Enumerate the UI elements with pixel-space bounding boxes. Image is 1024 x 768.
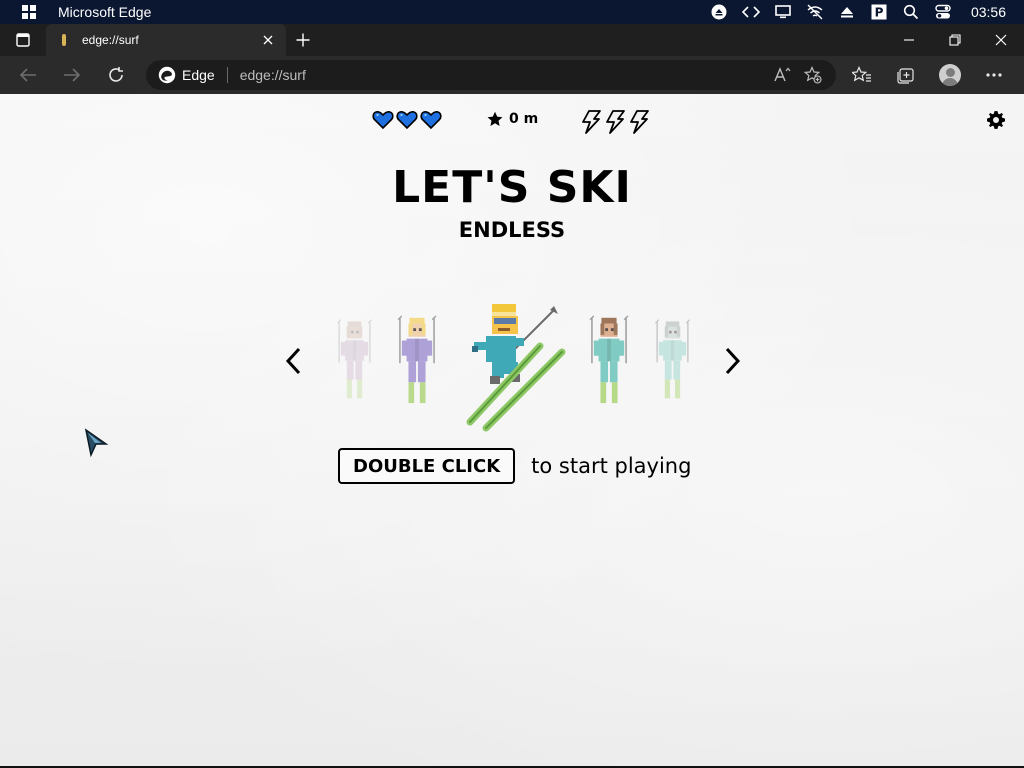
speed-boosts bbox=[580, 110, 650, 134]
svg-text:P: P bbox=[875, 6, 884, 20]
plus-icon bbox=[296, 33, 310, 47]
selected-character-skier[interactable] bbox=[466, 302, 566, 432]
restore-icon bbox=[949, 34, 961, 46]
arrow-left-icon bbox=[19, 68, 36, 82]
p-badge-icon[interactable]: P bbox=[870, 3, 888, 21]
lightning-icon bbox=[582, 110, 601, 134]
forward-button[interactable] bbox=[54, 59, 90, 91]
site-identity-label: Edge bbox=[182, 67, 215, 83]
window-controls bbox=[886, 24, 1024, 56]
character-skier[interactable] bbox=[586, 314, 632, 405]
close-icon bbox=[263, 35, 273, 45]
lightning-icon bbox=[606, 110, 625, 134]
toggle-icon[interactable] bbox=[934, 3, 952, 21]
mouse-cursor-icon bbox=[84, 428, 109, 458]
heart-icon bbox=[420, 110, 442, 130]
avatar bbox=[939, 64, 961, 86]
more-icon bbox=[986, 73, 1002, 77]
game-hud: 0 m bbox=[0, 110, 1024, 134]
address-bar-actions bbox=[768, 60, 828, 90]
distance-score: 0 m bbox=[487, 111, 538, 127]
heart-icon bbox=[372, 110, 394, 130]
refresh-button[interactable] bbox=[98, 59, 134, 91]
tab-actions-icon bbox=[16, 33, 30, 47]
lives-hearts bbox=[372, 110, 442, 130]
star-add-icon bbox=[804, 66, 822, 84]
code-icon[interactable] bbox=[741, 3, 760, 21]
favorites-icon bbox=[852, 66, 871, 82]
chevron-right-icon[interactable] bbox=[720, 346, 744, 376]
clock: 03:56 bbox=[970, 4, 1006, 20]
start-hint: to start playing bbox=[531, 454, 692, 478]
favorites-button[interactable] bbox=[840, 59, 884, 91]
url-text[interactable]: edge://surf bbox=[240, 67, 306, 83]
new-tab-button[interactable] bbox=[288, 24, 318, 56]
windows-start-icon[interactable] bbox=[22, 5, 36, 19]
add-favorite-button[interactable] bbox=[798, 60, 828, 90]
double-click-button[interactable]: DOUBLE CLICK bbox=[338, 448, 516, 484]
character-skier[interactable] bbox=[652, 318, 693, 400]
close-window-button[interactable] bbox=[978, 24, 1024, 56]
surf-game-canvas[interactable]: 0 m LET'S SKI ENDLESS DOUBLE CLICK to st… bbox=[0, 94, 1024, 766]
game-mode[interactable]: ENDLESS bbox=[0, 218, 1024, 242]
tab-title: edge://surf bbox=[82, 33, 139, 47]
chevron-left-icon[interactable] bbox=[282, 346, 306, 376]
refresh-icon bbox=[109, 67, 123, 82]
arrow-right-icon bbox=[64, 68, 81, 82]
eject-icon[interactable] bbox=[710, 3, 728, 21]
collections-button[interactable] bbox=[884, 59, 928, 91]
back-button[interactable] bbox=[10, 59, 46, 91]
game-title: LET'S SKI bbox=[392, 162, 632, 213]
display-icon[interactable] bbox=[774, 3, 792, 21]
system-tray: P 03:56 bbox=[703, 0, 1024, 24]
minimize-button[interactable] bbox=[886, 24, 932, 56]
tab-strip: edge://surf bbox=[0, 24, 1024, 56]
collections-icon bbox=[897, 68, 914, 84]
gear-icon[interactable] bbox=[986, 110, 1006, 130]
profile-button[interactable] bbox=[928, 59, 972, 91]
character-carousel bbox=[0, 294, 1024, 434]
lightning-icon bbox=[630, 110, 649, 134]
character-skier[interactable] bbox=[394, 314, 440, 405]
toolbar-right bbox=[840, 59, 1016, 91]
score-value: 0 m bbox=[509, 111, 539, 127]
read-aloud-icon bbox=[774, 67, 791, 82]
address-separator bbox=[226, 67, 228, 83]
edge-logo-icon bbox=[158, 66, 176, 84]
upload-icon[interactable] bbox=[838, 3, 856, 21]
settings-more-button[interactable] bbox=[972, 59, 1016, 91]
browser-toolbar: Edge edge://surf bbox=[0, 56, 1024, 94]
tab-actions-button[interactable] bbox=[0, 24, 46, 56]
minimize-icon bbox=[904, 39, 914, 41]
tab-close-button[interactable] bbox=[260, 32, 276, 48]
read-aloud-button[interactable] bbox=[768, 60, 798, 90]
restore-button[interactable] bbox=[932, 24, 978, 56]
surf-favicon-icon bbox=[62, 34, 66, 46]
address-bar[interactable]: Edge edge://surf bbox=[146, 60, 836, 90]
close-icon bbox=[995, 34, 1007, 46]
tab-edge-surf[interactable]: edge://surf bbox=[46, 24, 286, 56]
search-icon[interactable] bbox=[902, 3, 920, 21]
character-skier[interactable] bbox=[334, 318, 375, 400]
active-app-name: Microsoft Edge bbox=[58, 4, 152, 20]
heart-icon bbox=[396, 110, 418, 130]
os-taskbar: Microsoft Edge P 03:56 bbox=[0, 0, 1024, 24]
star-icon bbox=[487, 111, 503, 126]
start-prompt: DOUBLE CLICK to start playing bbox=[338, 448, 691, 484]
network-off-icon[interactable] bbox=[806, 3, 824, 21]
